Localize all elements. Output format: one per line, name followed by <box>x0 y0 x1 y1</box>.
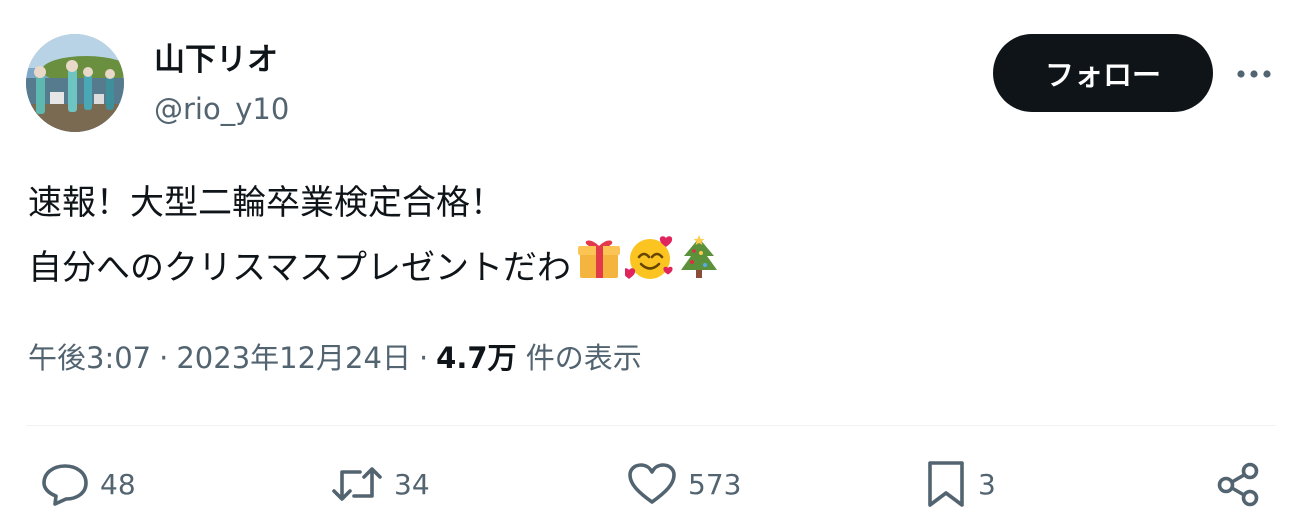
emoji-group <box>575 234 723 302</box>
share-icon <box>1214 461 1264 507</box>
tweet-line-2-text: 自分へのクリスマスプレゼントだわ <box>28 248 571 288</box>
tweet-date[interactable]: 2023年12月24日 <box>176 341 411 375</box>
bookmark-icon <box>924 459 968 509</box>
more-icon <box>1236 69 1272 79</box>
bookmark-button[interactable]: 3 <box>924 458 996 510</box>
like-count: 573 <box>688 467 742 501</box>
avatar[interactable] <box>26 34 124 132</box>
meta-separator: · <box>159 341 169 375</box>
views-count[interactable]: 4.7万 <box>436 341 516 375</box>
user-handle[interactable]: @rio_y10 <box>154 89 289 129</box>
christmas-tree-emoji-icon <box>677 234 721 302</box>
tweet-text: 速報！大型二輪卒業検定合格！ 自分へのクリスマスプレゼントだわ <box>28 172 1268 302</box>
meta-separator-2: · <box>418 341 429 375</box>
tweet-line-2: 自分へのクリスマスプレゼントだわ <box>28 234 1268 302</box>
retweet-count: 34 <box>394 467 430 501</box>
retweet-button[interactable]: 34 <box>330 458 430 510</box>
gift-emoji-icon <box>575 234 623 302</box>
like-button[interactable]: 573 <box>626 458 741 510</box>
tweet: 山下リオ @rio_y10 フォロー 速報！大型二輪卒業検定合格！ 自分へのクリ… <box>0 0 1300 527</box>
reply-button[interactable]: 48 <box>40 458 136 510</box>
retweet-icon <box>330 462 384 506</box>
views-label[interactable]: 件の表示 <box>526 341 642 375</box>
reply-count: 48 <box>100 467 136 501</box>
tweet-line-1: 速報！大型二輪卒業検定合格！ <box>28 183 504 223</box>
divider <box>26 425 1276 426</box>
like-icon <box>626 462 678 506</box>
smiling-face-hearts-emoji-icon <box>622 234 675 302</box>
reply-icon <box>40 462 90 506</box>
follow-button[interactable]: フォロー <box>993 34 1213 112</box>
share-button[interactable] <box>1214 458 1264 510</box>
tweet-time[interactable]: 午後3:07 <box>28 341 151 375</box>
more-button[interactable] <box>1232 56 1276 92</box>
user-name[interactable]: 山下リオ <box>154 38 278 82</box>
bookmark-count: 3 <box>978 467 996 501</box>
tweet-meta: 午後3:07 · 2023年12月24日 · 4.7万 件の表示 <box>28 336 642 380</box>
